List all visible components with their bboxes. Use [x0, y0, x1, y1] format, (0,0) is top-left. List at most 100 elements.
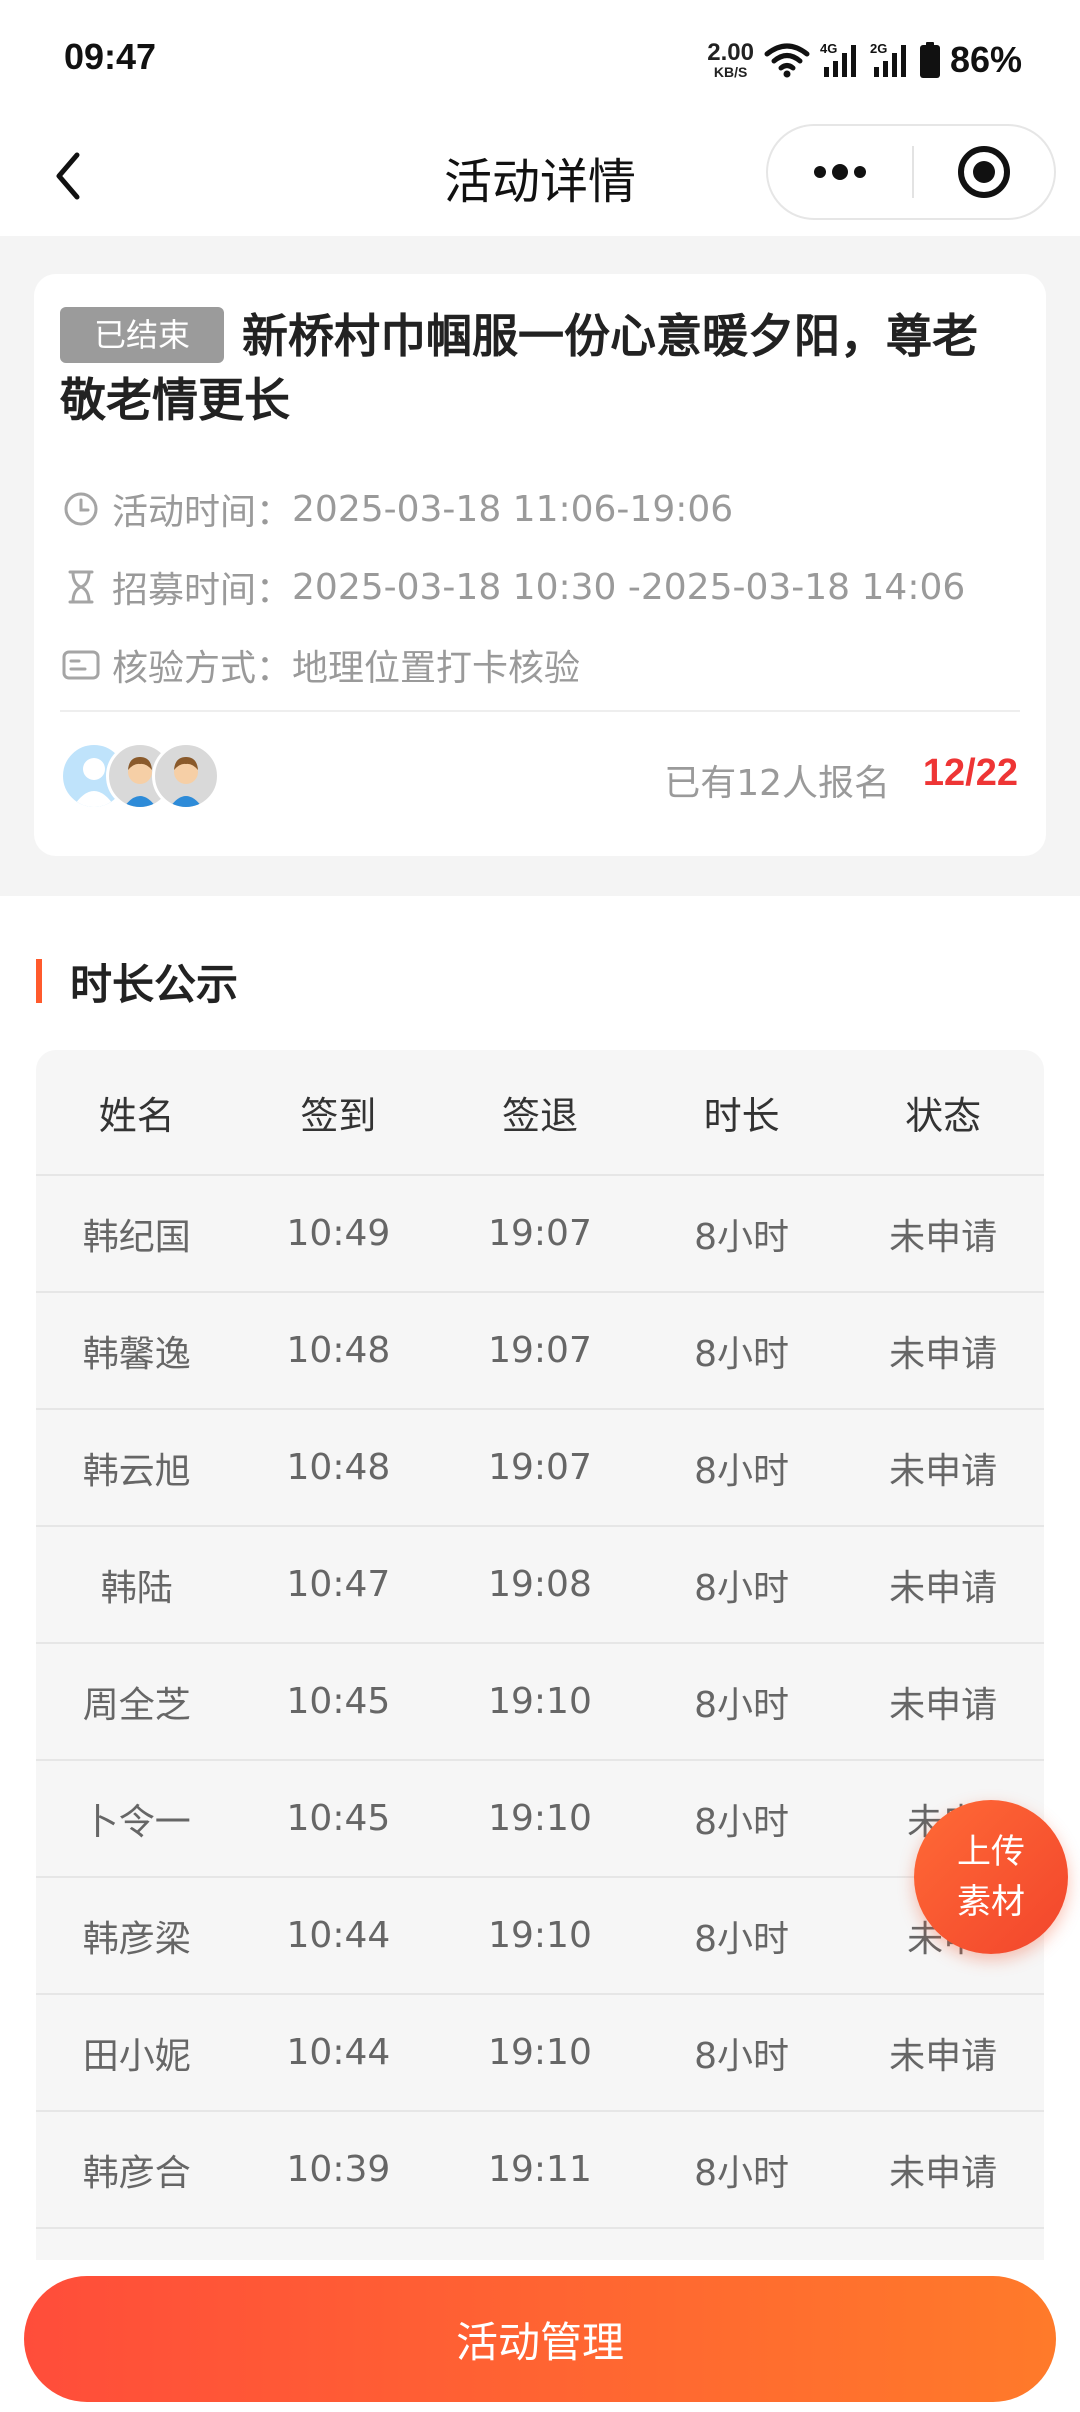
cell-duration: 8小时 — [694, 1918, 790, 1960]
cell-checkin: 10:48 — [286, 1447, 391, 1488]
hourglass-icon — [60, 566, 102, 608]
upload-material-button[interactable]: 上传 素材 — [914, 1800, 1068, 1954]
target-circle-icon — [958, 146, 1010, 198]
participant-avatars[interactable] — [60, 742, 230, 812]
activity-time-row: 活动时间： 2025-03-18 11:06-19:06 — [60, 484, 733, 534]
net-speed-value: 2.00 — [707, 39, 754, 66]
cell-duration: 8小时 — [694, 1801, 790, 1843]
cell-checkin: 10:48 — [286, 1330, 391, 1371]
close-mini-program-button[interactable] — [914, 126, 1054, 218]
cell-checkin: 10:47 — [286, 1564, 391, 1605]
svg-text:2G: 2G — [870, 41, 887, 56]
table-row: 韩纪国 10:49 19:07 8小时 未申请 — [36, 1176, 1044, 1293]
clock-icon — [60, 488, 102, 530]
section-title: 时长公示 — [70, 959, 239, 1009]
cell-duration: 8小时 — [694, 1567, 790, 1609]
cell-duration: 8小时 — [694, 2152, 790, 2194]
cell-duration: 8小时 — [694, 1333, 790, 1375]
nav-bar: 活动详情 — [0, 120, 1080, 236]
cell-checkin: 10:39 — [286, 2149, 391, 2190]
battery-level: 86% — [949, 39, 1022, 80]
svg-text:4G: 4G — [820, 41, 837, 56]
cell-checkout: 19:11 — [488, 2149, 592, 2190]
cell-checkout: 19:07 — [488, 1330, 592, 1371]
battery-icon — [919, 42, 940, 78]
cell-name: 韩彦合 — [82, 2152, 191, 2194]
header-status: 状态 — [905, 1093, 982, 1138]
cell-name: 韩彦梁 — [82, 1918, 191, 1960]
mini-program-capsule — [766, 124, 1056, 220]
cell-duration: 8小时 — [694, 1216, 790, 1258]
status-icons: 2.00 KB/S 4G 2G 86% — [707, 38, 1022, 82]
verify-method-value: 地理位置打卡核验 — [292, 648, 581, 689]
table-row: 韩彦梁 10:44 19:10 8小时 未申 — [36, 1878, 1044, 1995]
cell-status: 未申请 — [889, 1567, 998, 1609]
recruit-time-value: 2025-03-18 10:30 -2025-03-18 14:06 — [292, 566, 966, 608]
table-row: 韩陆 10:47 19:08 8小时 未申请 — [36, 1527, 1044, 1644]
cell-name: 韩云旭 — [82, 1450, 191, 1492]
avatar — [152, 742, 220, 810]
more-button[interactable] — [768, 126, 912, 218]
cell-checkout: 19:07 — [488, 1213, 592, 1254]
signal-4g-icon: 4G — [820, 41, 856, 77]
signup-text: 已有12人报名 — [664, 763, 890, 804]
table-row: 卜令一10:4519:108小时未申 — [36, 1761, 1044, 1878]
activity-time-label: 活动时间： — [112, 492, 293, 533]
cell-duration: 8小时 — [694, 1684, 790, 1726]
more-dots-icon — [814, 164, 866, 180]
cell-checkin: 10:44 — [286, 2032, 391, 2073]
duration-table: 姓名 签到 签退 时长 状态 韩纪国 10:49 19:07 8小时 未申请 韩馨逸 10:… — [36, 1050, 1044, 2260]
net-speed: 2.00 KB/S — [707, 39, 754, 80]
upload-label-line1: 上传 — [957, 1832, 1025, 1872]
section-header: 时长公示 — [36, 954, 238, 1009]
cell-name: 韩陆 — [100, 1567, 173, 1609]
table-row: 田小妮 10:44 19:10 8小时 未申请 — [36, 1995, 1044, 2112]
card-divider — [60, 710, 1020, 712]
recruit-time-label: 招募时间： — [112, 570, 293, 611]
table-header: 姓名 签到 签退 时长 状态 — [36, 1050, 1044, 1176]
cell-checkout: 19:10 — [488, 1798, 592, 1839]
verify-method-row: 核验方式： 地理位置打卡核验 — [60, 640, 580, 690]
cell-status: 未申请 — [889, 1450, 998, 1492]
table-row: 韩馨逸 10:48 19:07 8小时 未申请 — [36, 1293, 1044, 1410]
cell-status: 未申请 — [889, 1333, 998, 1375]
cell-checkin: 10:45 — [286, 1681, 391, 1722]
activity-manage-button[interactable]: 活动管理 — [24, 2276, 1056, 2402]
section-accent-bar — [36, 959, 42, 1003]
cell-name: 卜令一 — [82, 1801, 191, 1843]
cell-duration: 8小时 — [694, 1450, 790, 1492]
status-time: 09:47 — [64, 36, 157, 77]
header-duration: 时长 — [703, 1093, 780, 1138]
status-badge: 已结束 — [60, 307, 225, 363]
cell-name: 韩纪国 — [82, 1216, 191, 1258]
cell-checkin: 10:45 — [286, 1798, 391, 1839]
activity-manage-label: 活动管理 — [455, 2317, 624, 2367]
signal-2g-icon: 2G — [870, 41, 906, 77]
verify-method-label: 核验方式： — [112, 648, 293, 689]
cell-checkout: 19:10 — [488, 2032, 592, 2073]
upload-label-line2: 素材 — [957, 1882, 1025, 1922]
header-name: 姓名 — [98, 1093, 175, 1138]
cell-checkout: 19:10 — [488, 1915, 592, 1956]
table-row: 韩云旭 10:48 19:07 8小时 未申请 — [36, 1410, 1044, 1527]
header-checkin: 签到 — [300, 1093, 377, 1138]
cell-duration: 8小时 — [694, 2035, 790, 2077]
cell-checkout: 19:10 — [488, 1681, 592, 1722]
activity-title-block: 已结束 新桥村巾帼服一份心意暖夕阳，尊老敬老情更长 — [60, 304, 1020, 432]
header-checkout: 签退 — [501, 1093, 578, 1138]
cell-checkout: 19:07 — [488, 1447, 592, 1488]
cell-name: 韩馨逸 — [82, 1333, 191, 1375]
cell-status: 未申请 — [889, 2035, 998, 2077]
cell-status: 未申请 — [889, 1216, 998, 1258]
table-row: 周全芝 10:45 19:10 8小时 未申请 — [36, 1644, 1044, 1761]
cell-checkin: 10:49 — [286, 1213, 391, 1254]
cell-status: 未申请 — [889, 1684, 998, 1726]
status-bar: 09:47 2.00 KB/S 4G 2G 86% — [0, 0, 1080, 120]
wifi-icon — [764, 43, 810, 78]
cell-checkout: 19:08 — [488, 1564, 592, 1605]
signup-count: 12/22 — [922, 752, 1018, 794]
cell-checkin: 10:44 — [286, 1915, 391, 1956]
recruit-time-row: 招募时间： 2025-03-18 10:30 -2025-03-18 14:06 — [60, 562, 965, 612]
cell-name: 田小妮 — [82, 2035, 191, 2077]
net-speed-unit: KB/S — [713, 64, 748, 80]
